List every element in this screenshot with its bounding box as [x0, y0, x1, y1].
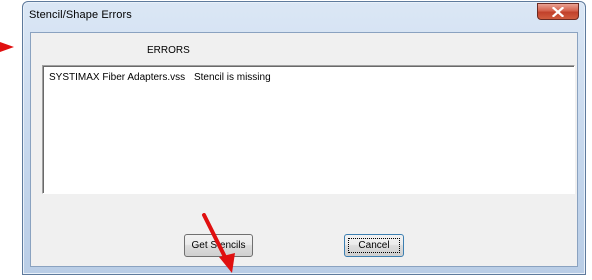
window-title: Stencil/Shape Errors [29, 9, 132, 21]
list-item-message: Stencil is missing [193, 72, 271, 83]
dialog-window: Stencil/Shape Errors ERRORS SYSTIMAX Fib… [22, 1, 586, 275]
screenshot-stage: Stencil/Shape Errors ERRORS SYSTIMAX Fib… [0, 0, 592, 280]
left-edge-pointer-arrow [0, 42, 14, 52]
errors-list[interactable]: SYSTIMAX Fiber Adapters.vss Stencil is m… [42, 65, 575, 194]
close-button[interactable] [537, 3, 579, 20]
close-x-icon [552, 6, 564, 17]
cancel-button-label: Cancel [358, 240, 390, 251]
get-stencils-pointer-arrow [202, 213, 235, 273]
errors-heading: ERRORS [147, 45, 190, 56]
title-bar[interactable]: Stencil/Shape Errors [23, 2, 585, 30]
list-item-file: SYSTIMAX Fiber Adapters.vss [49, 72, 186, 83]
dialog-client-area: ERRORS SYSTIMAX Fiber Adapters.vss Stenc… [30, 32, 578, 273]
list-item[interactable]: SYSTIMAX Fiber Adapters.vss Stencil is m… [49, 72, 271, 83]
cancel-button[interactable]: Cancel [344, 234, 404, 257]
